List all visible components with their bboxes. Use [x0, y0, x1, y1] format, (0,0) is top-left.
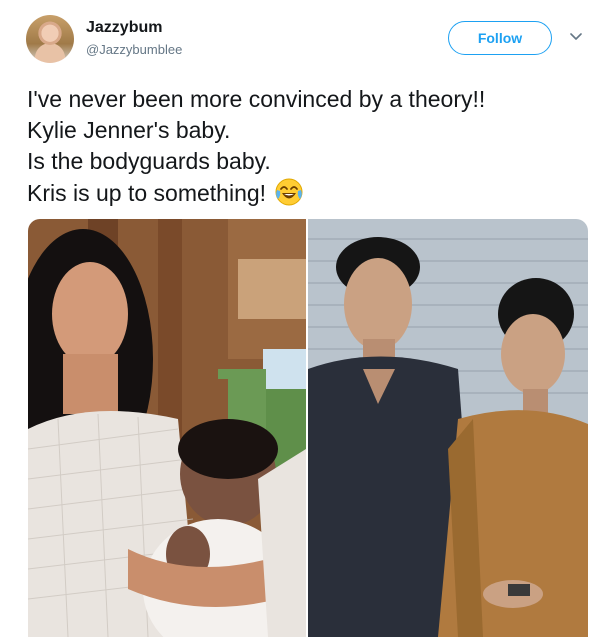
user-handle[interactable]: @Jazzybumblee: [86, 42, 182, 57]
photo-woman-with-baby: [28, 219, 306, 637]
photo-man-and-woman: [308, 219, 588, 637]
face-with-tears-of-joy-icon: [274, 177, 304, 207]
tweet-line: Kylie Jenner's baby.: [27, 117, 231, 143]
tweet-line: I've never been more convinced by a theo…: [27, 86, 486, 112]
tweet-card: Jazzybum @Jazzybumblee Follow I've never…: [0, 0, 605, 637]
chevron-down-icon[interactable]: [569, 30, 583, 44]
tweet-text: I've never been more convinced by a theo…: [27, 84, 587, 209]
display-name[interactable]: Jazzybum: [86, 19, 162, 37]
media-photo-collage[interactable]: [28, 219, 588, 637]
avatar[interactable]: [26, 15, 74, 63]
follow-button[interactable]: Follow: [448, 21, 552, 55]
tweet-line-with-emoji: Kris is up to something!: [27, 177, 587, 209]
tweet-line: Kris is up to something!: [27, 180, 267, 206]
tweet-line: Is the bodyguards baby.: [27, 148, 271, 174]
